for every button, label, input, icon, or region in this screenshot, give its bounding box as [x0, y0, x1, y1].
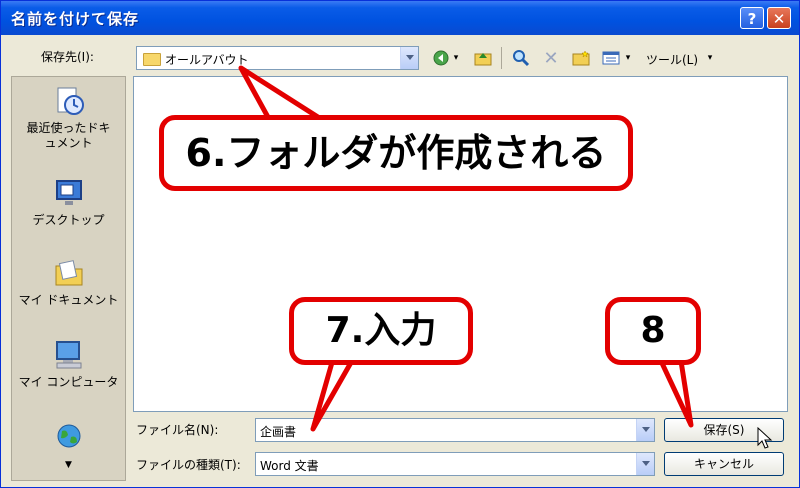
callout-enter-name: 7.入力 [289, 297, 473, 365]
annotation-pointers [238, 65, 694, 432]
callout-step8: 8 [605, 297, 701, 365]
save-as-dialog: 名前を付けて保存 ? ✕ 保存先(I): オールアバウト ▾ ✕ ▾ ツール(L… [0, 0, 800, 488]
callout-folder-created: 6.フォルダが作成される [159, 115, 633, 191]
